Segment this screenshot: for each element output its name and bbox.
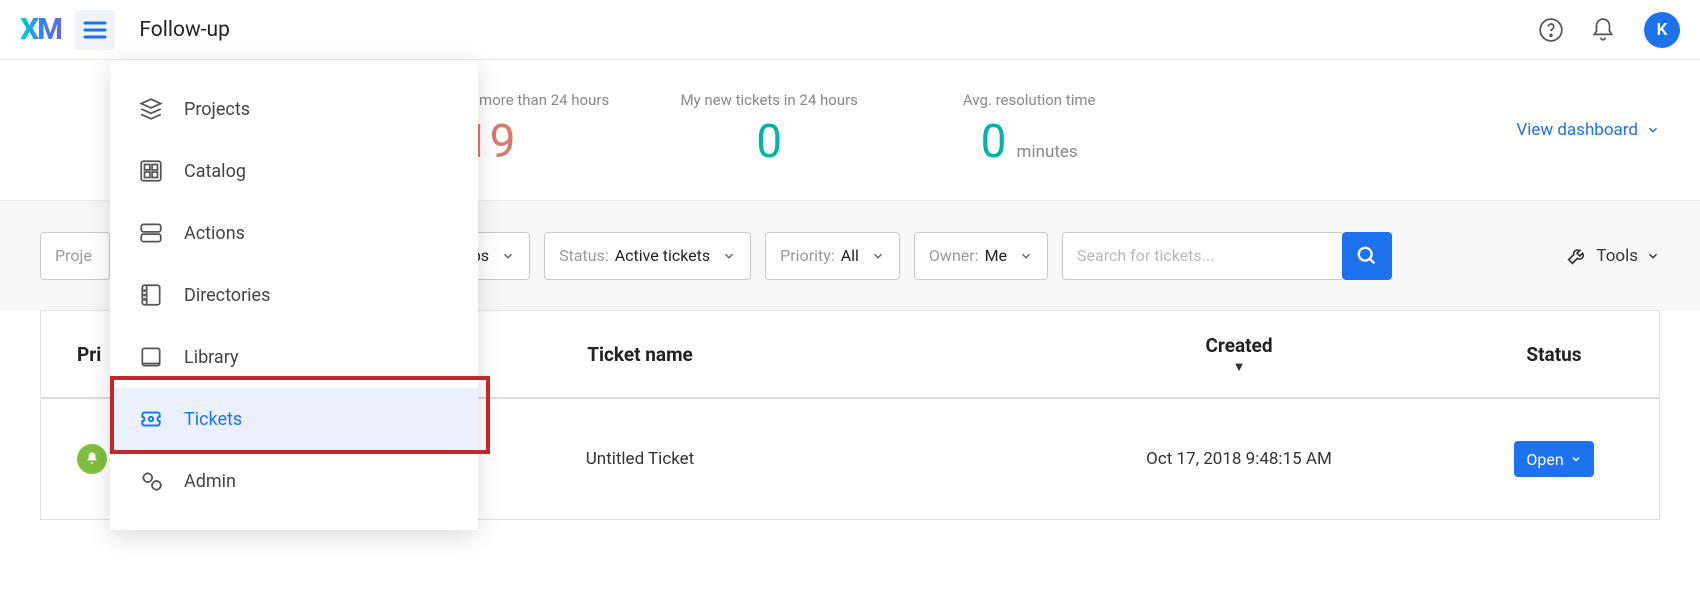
menu-label: Catalog xyxy=(184,161,246,182)
menu-label: Actions xyxy=(184,223,245,244)
ticket-created: Oct 17, 2018 9:48:15 AM xyxy=(1029,449,1449,469)
stat-new-24h: My new tickets in 24 hours 0 xyxy=(669,91,869,169)
chevron-down-icon xyxy=(871,249,885,263)
menu-item-catalog[interactable]: Catalog xyxy=(110,140,478,202)
column-created[interactable]: Created ▼ xyxy=(1029,334,1449,375)
actions-icon xyxy=(138,220,164,246)
search-wrap xyxy=(1062,232,1392,280)
filter-value: Me xyxy=(985,246,1007,265)
stat-label: Avg. resolution time xyxy=(963,91,1096,109)
stat-label: My new tickets in 24 hours xyxy=(680,91,857,109)
menu-item-directories[interactable]: Directories xyxy=(110,264,478,326)
directories-icon xyxy=(138,282,164,308)
topbar: XM Follow-up K xyxy=(0,0,1700,60)
menu-item-tickets[interactable]: Tickets xyxy=(110,388,478,450)
status-button[interactable]: Open xyxy=(1514,441,1593,477)
column-status[interactable]: Status xyxy=(1449,343,1659,366)
filter-label: Priority: xyxy=(780,246,835,265)
tools-label: Tools xyxy=(1596,246,1638,266)
filter-value: Active tickets xyxy=(615,246,710,265)
status-label: Open xyxy=(1526,450,1563,469)
stat-unit: minutes xyxy=(1017,142,1078,162)
owner-filter[interactable]: Owner: Me xyxy=(914,232,1048,280)
tools-button[interactable]: Tools xyxy=(1566,245,1660,267)
priority-badge xyxy=(77,444,107,474)
notifications-button[interactable] xyxy=(1584,11,1622,49)
menu-label: Projects xyxy=(184,99,250,120)
hamburger-menu-button[interactable] xyxy=(75,10,115,50)
chevron-down-icon xyxy=(1019,249,1033,263)
menu-label: Library xyxy=(184,347,239,368)
filter-label: Proje xyxy=(55,246,92,265)
menu-label: Directories xyxy=(184,285,270,306)
search-input[interactable] xyxy=(1062,232,1342,280)
help-icon xyxy=(1538,17,1564,43)
view-dashboard-label: View dashboard xyxy=(1516,120,1638,140)
status-filter[interactable]: Status: Active tickets xyxy=(544,232,751,280)
priority-filter[interactable]: Priority: All xyxy=(765,232,900,280)
stat-value: 0 xyxy=(756,115,782,169)
project-filter[interactable]: Proje xyxy=(40,232,110,280)
wrench-icon xyxy=(1566,245,1588,267)
help-button[interactable] xyxy=(1532,11,1570,49)
hamburger-icon xyxy=(83,20,107,40)
filter-value: All xyxy=(841,246,859,265)
menu-item-projects[interactable]: Projects xyxy=(110,78,478,140)
bell-icon xyxy=(1590,17,1616,43)
catalog-icon xyxy=(138,158,164,184)
nav-menu: Projects Catalog Actions Directories Lib… xyxy=(110,60,478,530)
chevron-down-icon xyxy=(1570,453,1582,465)
menu-item-library[interactable]: Library xyxy=(110,326,478,388)
page-title: Follow-up xyxy=(139,18,230,42)
menu-item-admin[interactable]: Admin xyxy=(110,450,478,512)
view-dashboard-link[interactable]: View dashboard xyxy=(1516,120,1660,140)
chevron-down-icon xyxy=(1646,123,1660,137)
column-created-label: Created xyxy=(1205,334,1272,357)
filter-label: Status: xyxy=(559,246,609,265)
stat-avg-resolution: Avg. resolution time 0 minutes xyxy=(929,91,1129,169)
projects-icon xyxy=(138,96,164,122)
admin-icon xyxy=(138,468,164,494)
bell-icon xyxy=(84,451,100,467)
chevron-down-icon xyxy=(1646,249,1660,263)
menu-label: Tickets xyxy=(184,409,242,430)
stat-value: 0 xyxy=(981,115,1007,169)
menu-item-actions[interactable]: Actions xyxy=(110,202,478,264)
search-button[interactable] xyxy=(1342,232,1392,280)
chevron-down-icon xyxy=(501,249,515,263)
sort-desc-icon: ▼ xyxy=(1233,359,1246,375)
filter-label: Owner: xyxy=(929,246,979,265)
library-icon xyxy=(138,344,164,370)
chevron-down-icon xyxy=(722,249,736,263)
logo[interactable]: XM xyxy=(20,12,61,47)
avatar[interactable]: K xyxy=(1644,12,1680,48)
tickets-icon xyxy=(138,406,164,432)
menu-label: Admin xyxy=(184,471,236,492)
search-icon xyxy=(1356,245,1378,267)
